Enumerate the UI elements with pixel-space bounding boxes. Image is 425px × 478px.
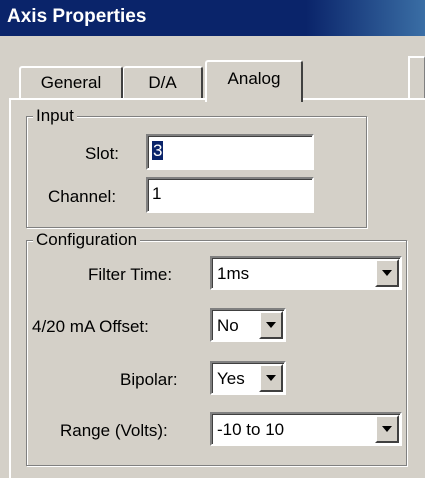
chevron-down-icon [382, 270, 392, 276]
range-dropdown-button[interactable] [375, 415, 399, 443]
range-select[interactable]: -10 to 10 [210, 412, 402, 446]
tab-da[interactable]: D/A [123, 66, 203, 98]
offset-select[interactable]: No [210, 308, 286, 342]
tab-label: General [40, 73, 102, 92]
bipolar-dropdown-button[interactable] [259, 364, 283, 392]
filter-time-label: Filter Time: [88, 265, 173, 284]
range-label: Range (Volts): [60, 421, 168, 440]
filter-time-value: 1ms [217, 264, 250, 283]
window-edge-button[interactable] [408, 56, 425, 100]
tab-general[interactable]: General [19, 66, 123, 98]
title-bar[interactable]: Axis Properties [0, 0, 425, 36]
slot-input[interactable]: 3 [146, 134, 314, 170]
chevron-down-icon [266, 375, 276, 381]
channel-label: Channel: [48, 187, 117, 206]
channel-value: 1 [152, 184, 162, 203]
chevron-down-icon [382, 426, 392, 432]
slot-label: Slot: [85, 144, 120, 163]
configuration-group-legend: Configuration [33, 230, 141, 250]
chevron-down-icon [266, 322, 276, 328]
bipolar-select[interactable]: Yes [210, 361, 286, 395]
slot-value: 3 [152, 141, 164, 160]
offset-value: No [217, 316, 239, 335]
offset-label: 4/20 mA Offset: [32, 317, 149, 336]
tab-label: Analog [227, 69, 281, 88]
tab-label: D/A [148, 73, 177, 92]
window-title: Axis Properties [7, 6, 147, 27]
tab-analog[interactable]: Analog [205, 60, 303, 102]
bipolar-value: Yes [217, 369, 245, 388]
channel-input[interactable]: 1 [146, 177, 314, 213]
filter-time-dropdown-button[interactable] [375, 259, 399, 287]
offset-dropdown-button[interactable] [259, 311, 283, 339]
range-value: -10 to 10 [217, 420, 285, 439]
filter-time-select[interactable]: 1ms [210, 256, 402, 290]
input-group-legend: Input [33, 106, 77, 126]
bipolar-label: Bipolar: [120, 370, 178, 389]
